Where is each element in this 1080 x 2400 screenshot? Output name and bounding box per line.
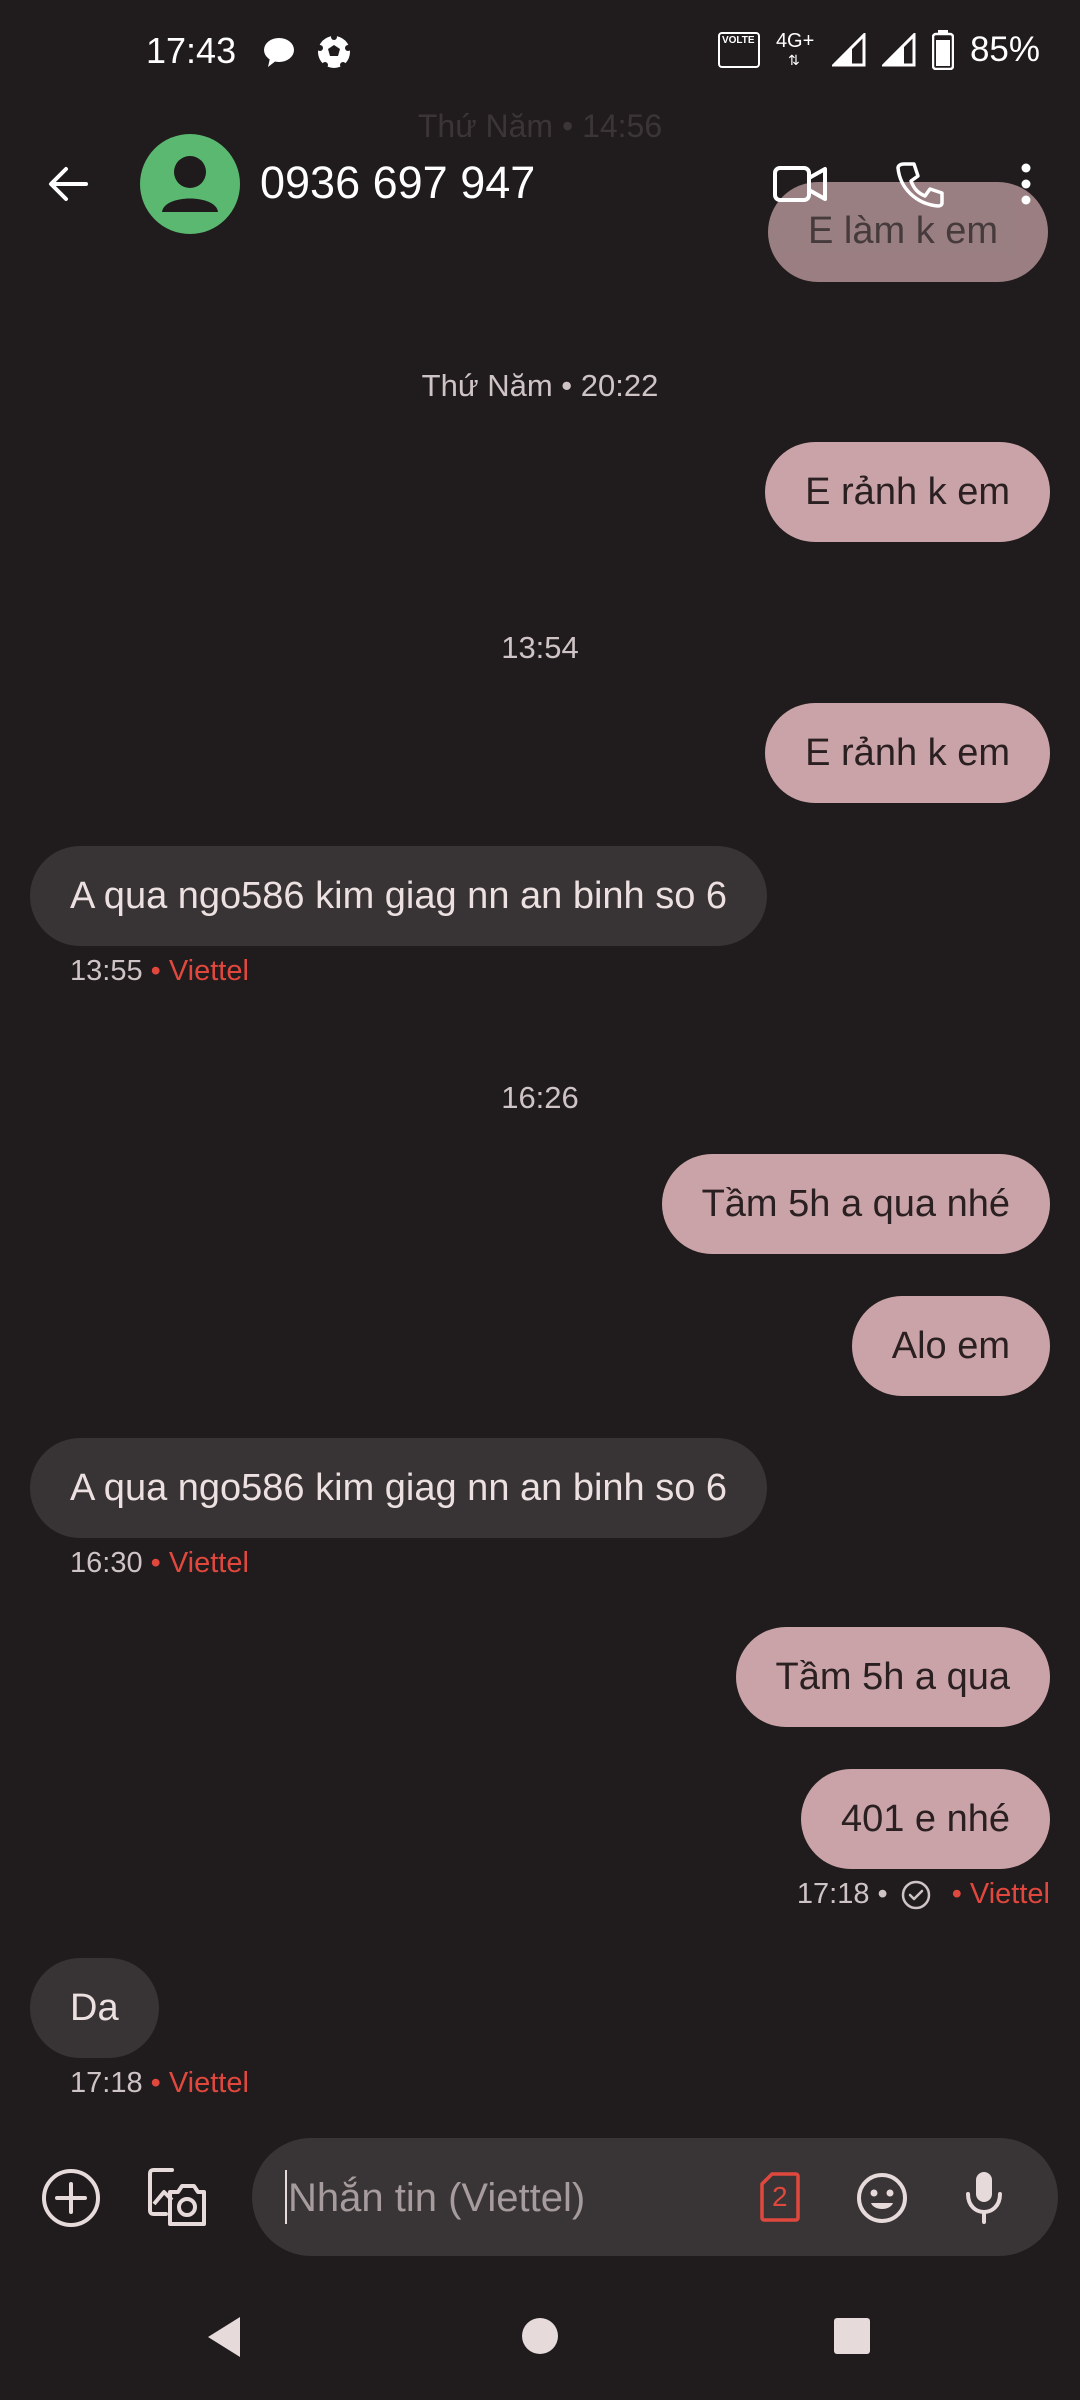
message-meta: 17:18 • • Viettel bbox=[797, 1878, 1050, 1911]
soccer-ball-icon bbox=[317, 34, 351, 68]
delivered-check-icon bbox=[901, 1880, 930, 1909]
battery-icon bbox=[931, 30, 954, 70]
message-time: 13:55 bbox=[70, 955, 143, 987]
outgoing-message[interactable]: Alo em bbox=[851, 1296, 1050, 1396]
message-meta: 13:55 • Viettel bbox=[70, 955, 249, 988]
contact-name[interactable]: 0936 697 947 bbox=[260, 157, 535, 209]
more-options-icon[interactable] bbox=[1014, 160, 1038, 208]
sim-label: • Viettel bbox=[150, 1547, 249, 1579]
message-time: 16:30 bbox=[70, 1547, 143, 1579]
volte-label: VOLTE bbox=[721, 35, 755, 46]
contact-avatar[interactable] bbox=[140, 134, 240, 234]
time-divider: 16:26 bbox=[501, 1080, 579, 1115]
sim-label: • Viettel bbox=[951, 1878, 1050, 1910]
sim-number: 2 bbox=[772, 2181, 788, 2212]
status-icons: VOLTE 4G+ ⇅ 85% bbox=[717, 30, 1040, 70]
chat-notification-icon bbox=[264, 38, 294, 67]
gallery-camera-icon[interactable] bbox=[146, 2166, 208, 2228]
signal-2-icon bbox=[881, 33, 916, 67]
status-bar: 17:43 VOLTE 4G+ ⇅ 85% bbox=[0, 0, 1080, 100]
message-time: 17:18 bbox=[70, 2067, 143, 2099]
sim-card-icon[interactable]: 2 bbox=[760, 2172, 800, 2222]
message-time: 17:18 • bbox=[796, 1878, 888, 1910]
outgoing-message[interactable]: E rảnh k em bbox=[765, 442, 1050, 542]
date-divider: Thứ Năm • 20:22 bbox=[421, 368, 659, 403]
back-arrow-icon[interactable] bbox=[44, 160, 92, 208]
sim-label: • Viettel bbox=[150, 2067, 249, 2099]
text-cursor bbox=[285, 2170, 287, 2224]
battery-percent: 85% bbox=[969, 30, 1040, 69]
nav-back-icon[interactable] bbox=[204, 2314, 244, 2360]
conversation-header: 0936 697 947 bbox=[0, 110, 1080, 260]
add-attachment-icon[interactable] bbox=[40, 2167, 102, 2229]
video-call-icon[interactable] bbox=[772, 160, 828, 208]
nav-home-icon[interactable] bbox=[520, 2316, 560, 2356]
outgoing-message[interactable]: E rảnh k em bbox=[765, 703, 1050, 803]
outgoing-message[interactable]: 401 e nhé bbox=[800, 1769, 1050, 1869]
network-type-icon: 4G+ ⇅ bbox=[775, 30, 815, 68]
emoji-icon[interactable] bbox=[856, 2172, 908, 2224]
sim-label: • Viettel bbox=[150, 955, 249, 987]
incoming-message[interactable]: Da bbox=[30, 1958, 159, 2058]
compose-placeholder[interactable]: Nhắn tin (Viettel) bbox=[288, 2176, 585, 2221]
outgoing-message[interactable]: Tầm 5h a qua bbox=[735, 1627, 1050, 1727]
time-divider: 13:54 bbox=[501, 630, 579, 665]
phone-call-icon[interactable] bbox=[896, 160, 944, 208]
signal-1-icon bbox=[831, 33, 866, 67]
person-icon bbox=[162, 156, 218, 212]
incoming-message[interactable]: A qua ngo586 kim giag nn an binh so 6 bbox=[30, 846, 768, 946]
incoming-message[interactable]: A qua ngo586 kim giag nn an binh so 6 bbox=[30, 1438, 768, 1538]
outgoing-message[interactable]: Tầm 5h a qua nhé bbox=[661, 1154, 1050, 1254]
volte-icon: VOLTE bbox=[717, 32, 760, 68]
microphone-icon[interactable] bbox=[964, 2170, 1004, 2224]
nav-recents-icon[interactable] bbox=[832, 2316, 872, 2356]
system-navigation-bar bbox=[0, 2290, 1080, 2400]
message-meta: 17:18 • Viettel bbox=[70, 2067, 249, 2100]
network-type-label: 4G+ bbox=[775, 30, 815, 52]
compose-field[interactable]: Nhắn tin (Viettel) 2 bbox=[252, 2138, 1058, 2256]
status-time: 17:43 bbox=[146, 30, 237, 71]
message-meta: 16:30 • Viettel bbox=[70, 1547, 249, 1580]
